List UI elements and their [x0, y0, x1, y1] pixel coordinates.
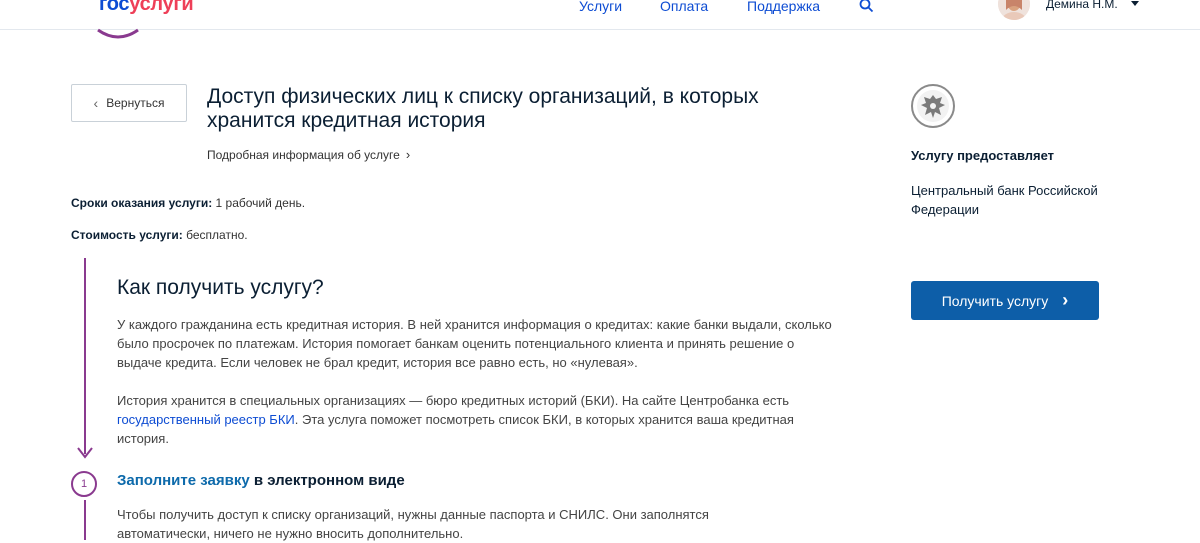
back-button[interactable]: ‹ Вернуться: [71, 84, 187, 122]
logo-part1: гос: [99, 0, 130, 15]
service-info-link-label: Подробная информация об услуге: [207, 148, 400, 162]
arrow-down-icon: [77, 447, 93, 459]
service-cost-value: бесплатно.: [182, 228, 248, 242]
step-title: Заполните заявку в электронном виде: [117, 472, 405, 489]
page-title: Доступ физических лиц к списку организац…: [207, 85, 759, 132]
get-service-label: Получить услугу: [941, 292, 1049, 309]
nav-payment[interactable]: Оплата: [660, 0, 708, 14]
logo-swoosh-icon: [97, 28, 139, 39]
how-to-paragraph-2: История хранится в специальных организац…: [117, 391, 837, 448]
service-term: Сроки оказания услуги: 1 рабочий день.: [71, 196, 305, 210]
top-header: госуслуги Услуги Оплата Поддержка Демина…: [0, 0, 1200, 39]
nav-support[interactable]: Поддержка: [747, 0, 820, 14]
chevron-down-icon[interactable]: [1131, 1, 1139, 6]
how-to-title: Как получить услугу?: [117, 276, 324, 299]
chevron-right-icon: ›: [405, 147, 411, 162]
user-name[interactable]: Демина Н.М.: [1046, 0, 1118, 11]
logo-part2: услуги: [129, 0, 194, 15]
step-description: Чтобы получить доступ к списку организац…: [117, 507, 709, 541]
double-eagle-icon: [917, 90, 949, 122]
step-title-rest: в электронном виде: [249, 472, 405, 489]
nav-services[interactable]: Услуги: [579, 0, 622, 14]
provider-title: Услугу предоставляет: [911, 148, 1055, 163]
fill-application-link[interactable]: Заполните заявку: [117, 472, 250, 489]
service-cost: Стоимость услуги: бесплатно.: [71, 228, 248, 242]
step-number-badge: 1: [71, 471, 97, 497]
how-to-paragraph-1: У каждого гражданина есть кредитная исто…: [117, 317, 832, 370]
chevron-right-icon: ›: [1062, 290, 1069, 310]
avatar-image: [998, 0, 1030, 20]
back-button-label: Вернуться: [106, 96, 165, 110]
service-term-label: Сроки оказания услуги:: [71, 196, 213, 210]
gosuslugi-logo[interactable]: госуслуги: [99, 0, 194, 16]
central-bank-emblem-icon: [911, 84, 955, 128]
chevron-left-icon: ‹: [93, 95, 99, 111]
service-term-value: 1 рабочий день.: [212, 196, 306, 210]
timeline-line-lower: [84, 500, 86, 540]
user-avatar[interactable]: [998, 0, 1030, 20]
paragraph-text: История хранится в специальных организац…: [117, 393, 790, 408]
bki-registry-link[interactable]: государственный реестр БКИ: [117, 412, 295, 427]
service-cost-label: Стоимость услуги:: [71, 228, 183, 242]
provider-name: Центральный банк Российской Федерации: [911, 183, 1098, 217]
get-service-button[interactable]: Получить услугу ›: [911, 281, 1099, 320]
timeline-line: [84, 258, 86, 454]
search-icon[interactable]: [859, 0, 874, 13]
service-info-link[interactable]: Подробная информация об услуге ›: [207, 147, 410, 162]
